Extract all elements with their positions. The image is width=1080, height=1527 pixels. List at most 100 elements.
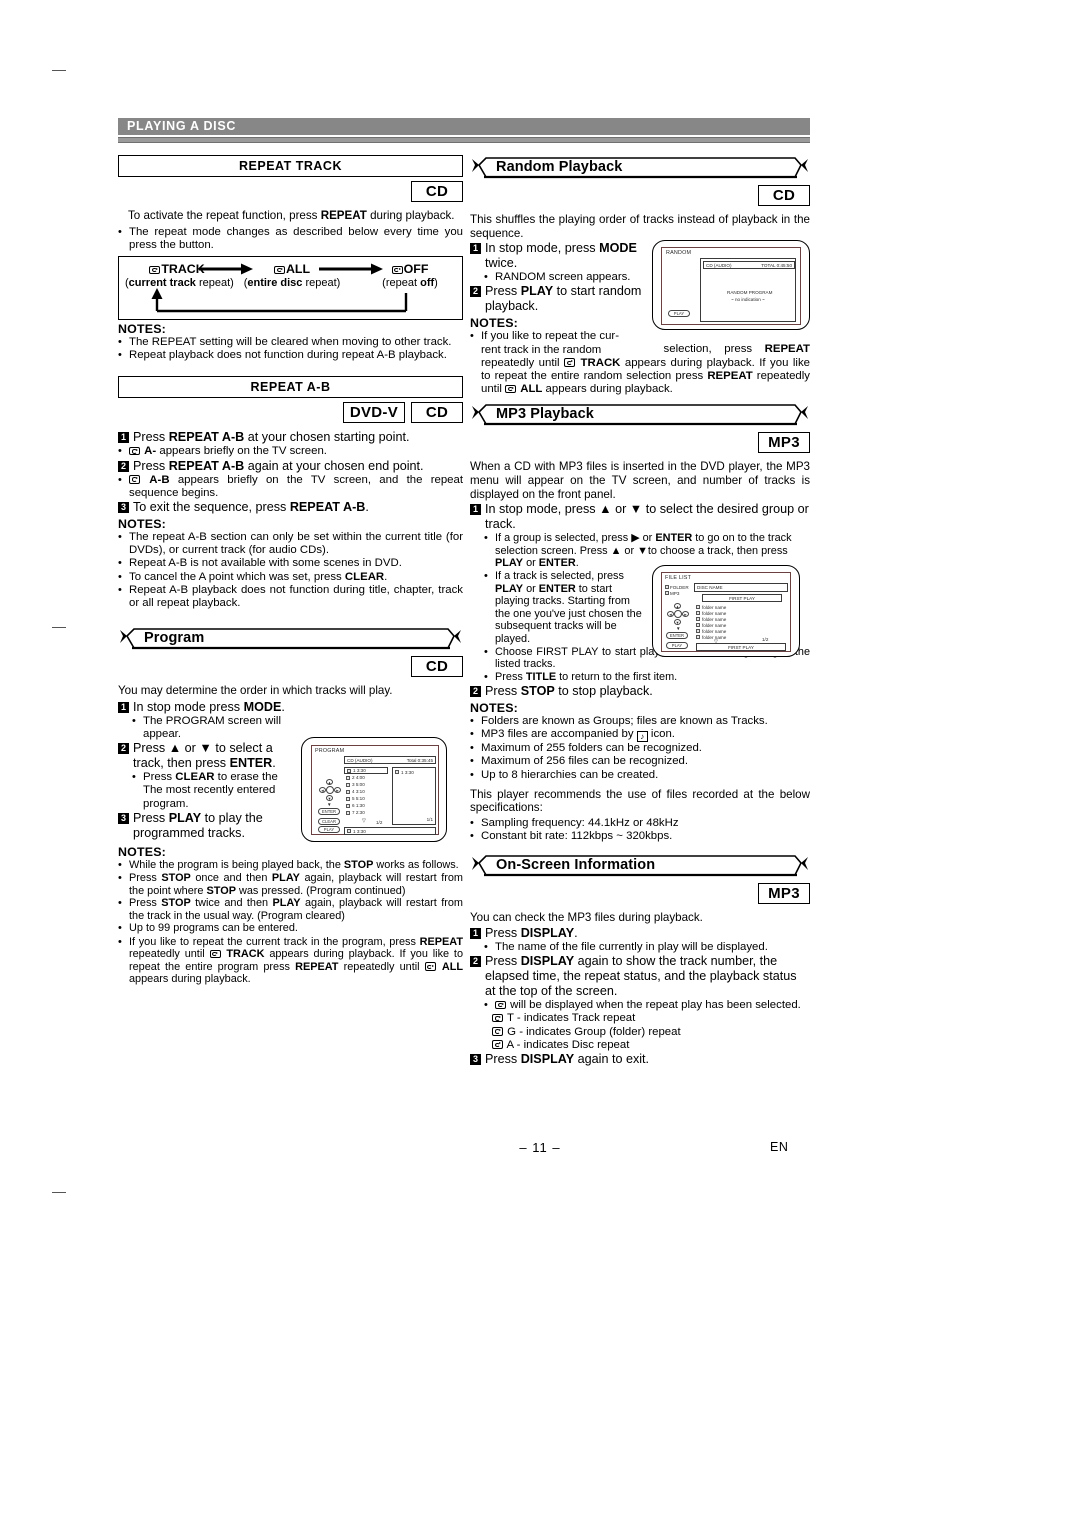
play-button[interactable]: PLAY [668,310,690,317]
random-osd-screen: RANDOM CD (AUDIO) TOTAL 0:45:50 RANDOM P… [661,247,801,325]
track-row[interactable]: 6 1:30 [344,802,388,809]
repeat-ab-note: • The repeat A-B section can only be set … [118,531,463,557]
bullet-dot: • [484,569,488,582]
program-track-list[interactable]: 1 3:30 2 4:00 3 5:00 4 3:10 5 5:10 6 1:3… [344,767,388,819]
folder-row[interactable]: folder name [696,617,726,622]
folder-row[interactable]: folder name [696,605,726,610]
repeat-ab-bullet-2: • A-B appears briefly on the TV screen, … [118,473,464,499]
track-checkbox[interactable] [346,796,350,801]
program-total-label: Total 0:35:45 [406,757,433,763]
program-selected-list[interactable]: 1 3:30 1/1 [392,767,436,825]
repeat-icon [129,446,140,456]
track-checkbox[interactable] [346,775,350,780]
track-row[interactable]: 2 4:00 [344,774,388,781]
track-checkbox[interactable] [346,803,350,808]
repeat-group-icon [492,1027,503,1036]
track-row[interactable]: 5 5:10 [344,795,388,802]
bullet-dot: • [470,830,474,843]
mp3-note-text: Maximum of 255 folders can be recognized… [481,742,702,755]
disc-name-bar: DISC NAME [694,583,788,592]
bullet-dot: • [484,940,488,953]
mp3-playback-heading-label: MP3 Playback [496,406,594,423]
track-checkbox[interactable] [347,768,351,773]
mp3-spec: • Constant bit rate: 112kbps ~ 320kbps. [470,830,810,843]
track-row[interactable]: 3 5:00 [344,781,388,788]
program-heading-label: Program [144,630,205,647]
track-checkbox[interactable] [346,810,350,815]
mp3-playback-intro: When a CD with MP3 files is inserted in … [470,460,810,501]
random-steps-column: 1 In stop mode, press MODE twice. • RANDO… [470,241,650,314]
folder-row[interactable]: folder name [696,629,726,634]
folder-row[interactable]: folder name [696,623,726,628]
track-row-label: 2 4:00 [352,775,365,780]
program-bullet-2: • Press CLEAR to erase the The most recen… [132,771,293,811]
mp3-step-2-text: Press STOP to stop playback. [485,683,653,698]
repeat-ab-step-3: 3 To exit the sequence, press REPEAT A-B… [118,500,463,515]
dpad-down: ▼ [326,795,333,801]
program-step-2: 2 Press ▲ or ▼ to select a track, then p… [118,741,293,771]
folder-row[interactable]: folder name [696,635,726,640]
mp3-note-text: MP3 files are accompanied by ♪ icon. [481,728,675,743]
repeat-track-note-text: Repeat playback does not function during… [129,349,447,362]
track-row[interactable]: 4 3:10 [344,788,388,795]
osi-step-3-text: Press DISPLAY again to exit. [485,1051,650,1066]
dpad-up: ▲ [674,603,681,609]
clear-button[interactable]: CLEAR [318,818,340,825]
on-screen-info-badges: MP3 [470,883,810,905]
osi-bullet-1-text: The name of the file currently in play w… [495,940,768,953]
play-button[interactable]: PLAY [666,642,688,649]
bullet-dot: • [118,473,122,486]
random-total-label: TOTAL 0:45:50 [761,262,792,268]
disc-badge-cd: CD [758,185,810,206]
track-row[interactable]: 7 2:30 [344,809,388,816]
legend-mp3: MP3 [665,591,679,596]
track-checkbox[interactable] [346,782,350,787]
enter-button[interactable]: ENTER [318,808,340,815]
folder-icon [696,629,700,633]
page-number: – 11 – [519,1140,561,1155]
folder-icon [696,611,700,615]
osi-icon-line-3-text: A - indicates Disc repeat [492,1039,810,1052]
program-note-text: If you like to repeat the current track … [129,935,464,986]
dpad-center [674,610,682,618]
repeat-ab-heading-label: REPEAT A-B [250,380,331,395]
random-step-1-text: In stop mode, press MODE twice. [485,241,637,271]
osi-icon-line-3: A - indicates Disc repeat [492,1039,810,1052]
bullet-dot: • [118,897,122,910]
mp3-playback-heading: MP3 Playback [470,402,810,428]
first-play-bottom[interactable]: FIRST PLAY [696,643,786,651]
repeat-mode-flow-diagram: TRACK (current track repeat) ALL (entire… [118,256,463,320]
mp3-bullet-2-text: If a track is selected, press PLAY or EN… [495,569,642,645]
repeat-ab-note: • Repeat A-B is not available with some s… [118,557,463,570]
repeat-ab-note-text: To cancel the A point which was set, pre… [129,570,388,583]
osi-step-1: 1 Press DISPLAY. [470,926,810,941]
step-number: 2 [470,956,481,968]
program-intro: You may determine the order in which tra… [118,684,393,698]
random-program-line-2: ~ no indication ~ [731,297,765,302]
status-chip [347,829,351,833]
mp3-step-2: 2 Press STOP to stop playback. [470,684,810,699]
repeat-track-intro: To activate the repeat function, press R… [118,209,463,223]
bullet-dot: • [118,872,122,885]
program-bullet-2-text: Press CLEAR to erase the The most recent… [143,771,278,810]
program-heading: Program [118,626,463,652]
random-program-line-1: RANDOM PROGRAM [727,290,773,295]
random-playback-badges: CD [470,185,810,206]
folder-row[interactable]: folder name [696,611,726,616]
dpad-up: ▲ [326,779,333,785]
registration-tick [52,1192,66,1193]
track-row[interactable]: 1 3:30 [344,767,388,774]
play-button[interactable]: PLAY [318,826,340,833]
repeat-track-bullet-1-text: The repeat mode changes as described bel… [129,225,463,251]
enter-button[interactable]: ENTER [666,632,688,639]
random-playback-intro: This shuffles the playing order of track… [470,213,810,240]
first-play-top[interactable]: FIRST PLAY [702,594,782,602]
mp3-note: • MP3 files are accompanied by ♪ icon. [470,728,810,743]
program-osd-screen: PROGRAM ▲ ▼ ◄ ► ▼ ENTER CLEAR PLAY CD (A… [311,745,439,835]
program-osd-illustration: PROGRAM ▲ ▼ ◄ ► ▼ ENTER CLEAR PLAY CD (A… [301,737,447,842]
mp3-osd-illustration: FILE LIST FOLDER MP3 ▲ ▼ ◄ ► ▼ ENTER PLA… [652,565,800,657]
track-checkbox[interactable] [346,789,350,794]
disc-badge-mp3: MP3 [758,432,810,454]
step-number: 2 [470,286,481,298]
repeat-ab-step-3-text: To exit the sequence, press REPEAT A-B. [133,500,369,515]
